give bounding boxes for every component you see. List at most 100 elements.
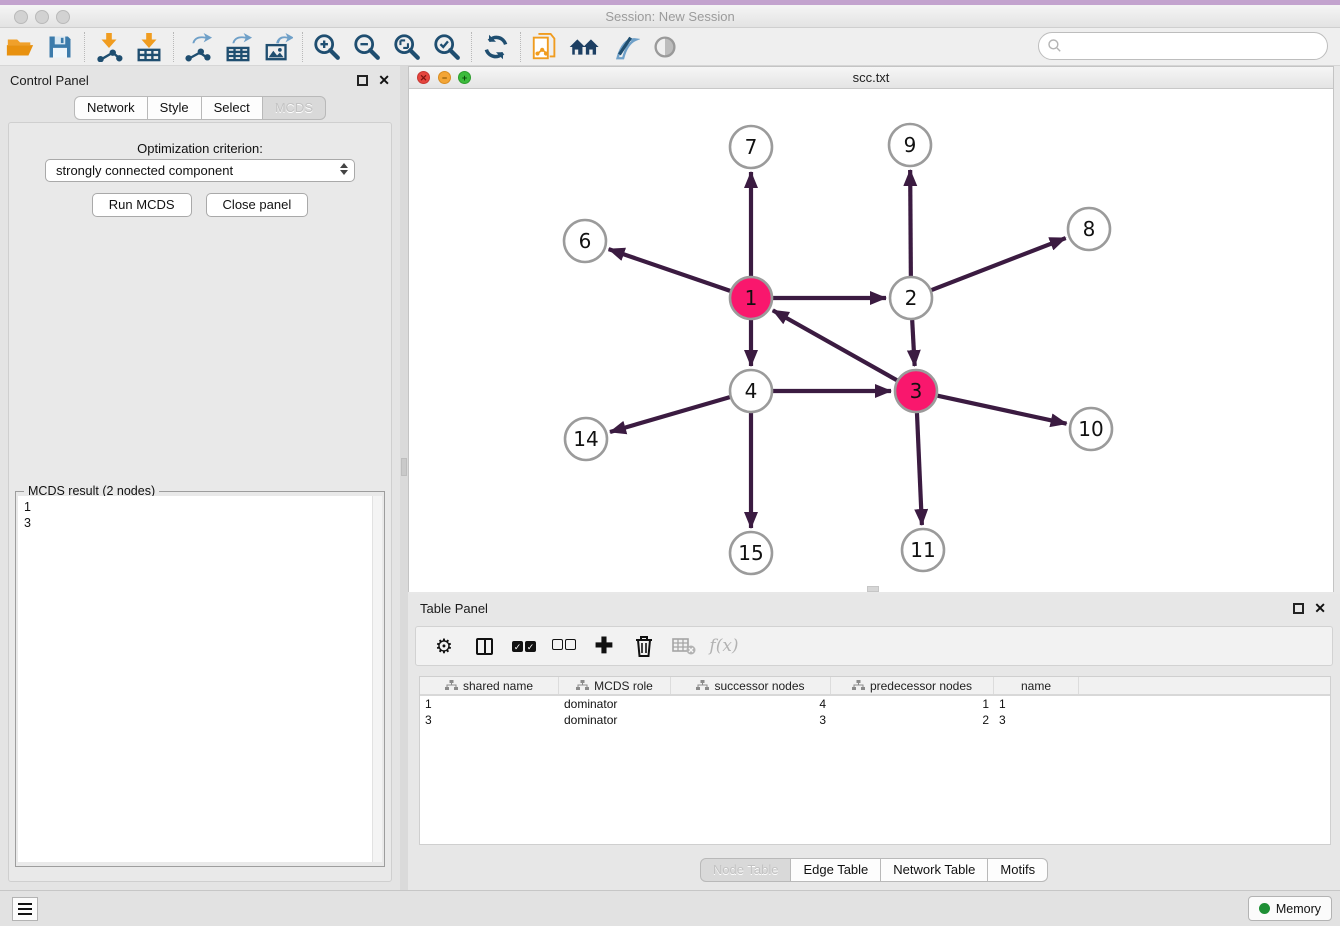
panel-divider[interactable]: [400, 66, 408, 890]
column-header-shared-name[interactable]: shared name: [420, 677, 559, 694]
column-header-name[interactable]: name: [994, 677, 1079, 694]
table-cell[interactable]: 3: [420, 713, 559, 727]
attribute-tree-icon: [576, 680, 589, 692]
table-close-panel-icon[interactable]: ✕: [1314, 601, 1326, 615]
selected-criterion: strongly connected component: [56, 163, 233, 178]
add-row-button[interactable]: ✚: [586, 630, 622, 662]
tab-style[interactable]: Style: [148, 96, 202, 120]
apply-layout-button[interactable]: [476, 30, 516, 64]
show-hide-style-button[interactable]: [605, 30, 645, 64]
global-search-input[interactable]: [1038, 32, 1328, 60]
session-title: Session: New Session: [0, 9, 1340, 24]
table-cell[interactable]: 2: [831, 713, 994, 727]
window-resize-grip[interactable]: [867, 586, 879, 592]
table-settings-button[interactable]: ⚙: [426, 630, 462, 662]
graph-node-label-8: 8: [1083, 217, 1096, 241]
window-titlebar: Session: New Session: [0, 5, 1340, 28]
tab-network-table[interactable]: Network Table: [881, 858, 988, 882]
export-network-button[interactable]: [178, 30, 218, 64]
table-row[interactable]: 1dominator411: [420, 696, 1330, 712]
table-cell[interactable]: 1: [420, 697, 559, 711]
delete-row-button[interactable]: [626, 630, 662, 662]
mcds-result-text[interactable]: 1 3: [18, 496, 372, 862]
deselect-all-button[interactable]: [546, 630, 582, 662]
table-cell[interactable]: 3: [994, 713, 1079, 727]
close-panel-icon[interactable]: ✕: [378, 73, 390, 87]
task-history-button[interactable]: [12, 897, 38, 921]
clone-network-button[interactable]: [525, 30, 565, 64]
tab-select[interactable]: Select: [202, 96, 263, 120]
mcds-panel: Optimization criterion: strongly connect…: [8, 122, 392, 882]
edge-3-10[interactable]: [937, 396, 1066, 424]
memory-label: Memory: [1276, 902, 1321, 916]
tab-node-table[interactable]: Node Table: [700, 858, 792, 882]
export-network-icon: [183, 32, 213, 62]
table-float-panel-icon[interactable]: [1293, 603, 1304, 614]
divider-grip[interactable]: [401, 458, 407, 476]
zoom-selected-button[interactable]: [427, 30, 467, 64]
graph-node-label-6: 6: [579, 229, 592, 253]
node-table[interactable]: shared name MCDS rolesuccessor nodesprede…: [419, 676, 1331, 845]
table-cell[interactable]: 4: [671, 697, 831, 711]
export-table-button[interactable]: [218, 30, 258, 64]
network-file-title: scc.txt: [409, 70, 1333, 85]
table-panel: Table Panel ✕ ⚙ ✓✓ ✚: [408, 594, 1340, 890]
network-view-window: ✕ − + scc.txt 7968124314101511: [408, 66, 1334, 592]
table-cell[interactable]: dominator: [559, 697, 671, 711]
edge-2-9[interactable]: [910, 170, 911, 276]
network-canvas[interactable]: 7968124314101511: [409, 89, 1333, 592]
delete-table-button[interactable]: [666, 630, 702, 662]
run-mcds-button[interactable]: Run MCDS: [92, 193, 192, 217]
select-all-button[interactable]: ✓✓: [506, 630, 542, 662]
function-builder-button[interactable]: f(x): [706, 630, 742, 662]
table-cell[interactable]: 1: [994, 697, 1079, 711]
table-cell[interactable]: 1: [831, 697, 994, 711]
edge-2-8[interactable]: [932, 238, 1066, 290]
control-panel-title: Control Panel: [10, 73, 357, 88]
table-cell[interactable]: 3: [671, 713, 831, 727]
show-hide-view-button[interactable]: [645, 30, 685, 64]
table-row[interactable]: 3dominator323: [420, 712, 1330, 728]
gear-icon: ⚙: [435, 634, 453, 659]
edge-3-11[interactable]: [917, 413, 922, 525]
open-session-button[interactable]: [0, 30, 40, 64]
network-graph[interactable]: 7968124314101511: [409, 89, 1333, 592]
tab-edge-table[interactable]: Edge Table: [791, 858, 881, 882]
graph-node-label-7: 7: [745, 135, 758, 159]
export-image-button[interactable]: [258, 30, 298, 64]
edge-2-3[interactable]: [912, 320, 914, 366]
network-window-titlebar[interactable]: ✕ − + scc.txt: [409, 67, 1333, 89]
first-neighbors-button[interactable]: [565, 30, 605, 64]
save-session-button[interactable]: [40, 30, 80, 64]
import-table-button[interactable]: [129, 30, 169, 64]
result-scrollbar[interactable]: [372, 496, 382, 862]
import-network-button[interactable]: [89, 30, 129, 64]
edge-4-14[interactable]: [610, 397, 730, 432]
column-header-MCDS-role[interactable]: MCDS role: [559, 677, 671, 694]
checked-boxes-icon: ✓✓: [511, 637, 537, 655]
column-header-predecessor-nodes[interactable]: predecessor nodes: [831, 677, 994, 694]
table-cell[interactable]: dominator: [559, 713, 671, 727]
application-window: Session: New Session: [0, 0, 1340, 926]
tab-network[interactable]: Network: [74, 96, 148, 120]
zoom-out-button[interactable]: [347, 30, 387, 64]
zoom-fit-button[interactable]: [387, 30, 427, 64]
memory-button[interactable]: Memory: [1248, 896, 1332, 921]
memory-status-icon: [1259, 903, 1270, 914]
optimization-criterion-select[interactable]: strongly connected component: [45, 159, 355, 182]
tab-mcds[interactable]: MCDS: [263, 96, 326, 120]
column-header-successor-nodes[interactable]: successor nodes: [671, 677, 831, 694]
column-visibility-button[interactable]: [466, 630, 502, 662]
table-body: 1dominator4113dominator323: [420, 696, 1330, 728]
clone-network-icon: [530, 32, 560, 62]
toolbar-separator: [173, 32, 174, 62]
edge-1-6[interactable]: [609, 249, 731, 291]
column-label: shared name: [463, 679, 533, 693]
graph-node-label-9: 9: [904, 133, 917, 157]
edge-3-1[interactable]: [773, 310, 897, 380]
float-panel-icon[interactable]: [357, 75, 368, 86]
zoom-in-button[interactable]: [307, 30, 347, 64]
attribute-tree-icon: [445, 680, 458, 692]
close-panel-button[interactable]: Close panel: [206, 193, 309, 217]
tab-motifs[interactable]: Motifs: [988, 858, 1048, 882]
